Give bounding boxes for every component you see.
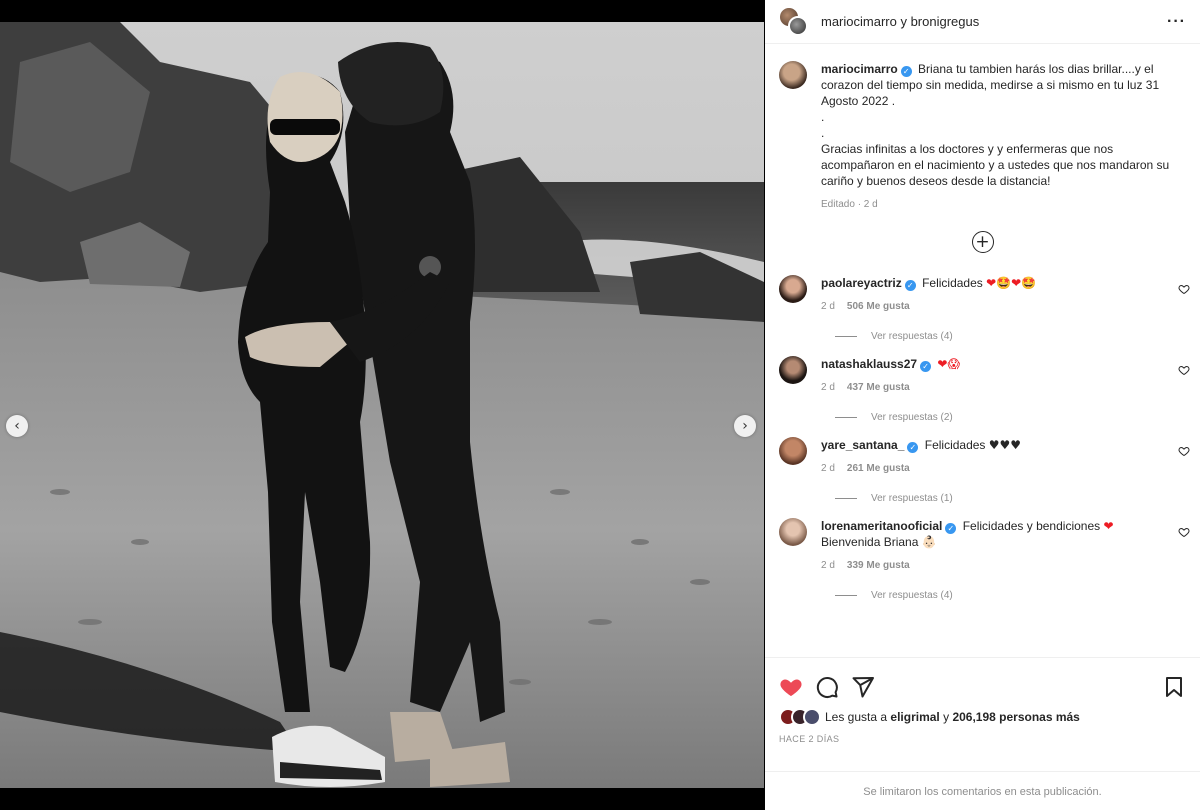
avatar[interactable] [779,518,807,546]
post-time[interactable]: HACE 2 DÍAS [765,734,1200,744]
comment-text: Felicidades y bendiciones [962,519,1101,533]
load-more-comments: + [765,231,1200,253]
comments-scroll-area[interactable]: mariocimarro ✓ Briana tu tambien harás lo… [765,45,1200,657]
comment-username[interactable]: yare_santana_ [821,438,904,452]
like-button[interactable] [779,675,803,699]
comment-emoji: ❤ [1103,519,1114,533]
caption-line: . [821,110,825,124]
avatar[interactable] [779,61,807,89]
likes-prefix: Les gusta a [825,710,888,724]
divider [835,336,857,337]
comment: paolareyactriz ✓ Felicidades ❤🤩❤🤩 2 d 506… [765,275,1200,342]
verified-badge-icon: ✓ [907,442,919,453]
post-details-panel: mariocimarro y bronigregus ··· mariocima… [765,0,1200,810]
comment-time: 2 d [821,301,835,312]
comment-button[interactable] [815,675,839,699]
comment: natashaklauss27 ✓ ❤😱 2 d 437 Me gusta Ver… [765,356,1200,423]
comment-emoji: ❤😱 [937,357,960,371]
avatar [788,15,808,36]
verified-badge-icon: ✓ [920,361,932,372]
view-replies-button[interactable]: Ver respuestas (2) [835,412,1186,423]
previous-photo-button[interactable]: ‹ [6,415,28,437]
post-authors[interactable]: mariocimarro y bronigregus [821,14,979,29]
save-button[interactable] [1162,675,1186,699]
comment-likes[interactable]: 506 Me gusta [847,299,910,315]
comment-likes[interactable]: 339 Me gusta [847,558,910,574]
chevron-left-icon: ‹ [14,418,20,434]
caption-extra-lines: . . Gracias infinitas a los doctores y y… [821,109,1181,189]
heart-outline-icon[interactable] [1178,526,1190,538]
avatar[interactable] [779,275,807,303]
share-button[interactable] [851,675,875,699]
avatar [803,708,821,726]
comment-username[interactable]: natashaklauss27 [821,357,917,371]
comment-time: 2 d [821,560,835,571]
post-header: mariocimarro y bronigregus ··· [765,0,1200,44]
more-horizontal-icon[interactable]: ··· [1167,13,1186,31]
view-replies-label: Ver respuestas (4) [871,590,953,601]
share-icon [852,677,874,698]
view-replies-label: Ver respuestas (2) [871,412,953,423]
avatar[interactable] [779,437,807,465]
likes-text: Les gusta a eligrimal y 206,198 personas… [825,710,1080,724]
comment-username[interactable]: paolareyactriz [821,276,902,290]
comment-time: 2 d [821,463,835,474]
comments-limited-notice: Se limitaron los comentarios en esta pub… [765,771,1200,810]
comment-text: Felicidades [922,276,983,290]
caption-username[interactable]: mariocimarro [821,62,898,76]
comment-time: 2 d [821,382,835,393]
action-icons-row [765,658,1200,704]
caption-line: . [821,126,825,140]
plus-circle-icon[interactable]: + [971,231,994,253]
comment-emoji: ♥♥♥ [988,438,1022,452]
divider [835,595,857,596]
comment-icon [816,677,838,698]
beach-photo [0,22,764,788]
likes-and: y [943,710,950,724]
heart-outline-icon[interactable] [1178,364,1190,376]
divider [835,417,857,418]
comment-emoji: ❤🤩❤🤩 [986,276,1037,290]
verified-badge-icon: ✓ [945,523,957,534]
chevron-right-icon: › [742,418,748,434]
bookmark-icon [1166,677,1182,697]
comment-text-line2: Bienvenida Briana 👶🏻 [821,535,937,549]
comment-likes[interactable]: 437 Me gusta [847,380,910,396]
post-photo[interactable]: ‹ › [0,22,764,788]
verified-badge-icon: ✓ [900,66,912,77]
liker-avatars [779,708,825,726]
view-replies-button[interactable]: Ver respuestas (1) [835,493,1186,504]
heart-outline-icon[interactable] [1178,283,1190,295]
heart-outline-icon[interactable] [1178,445,1190,457]
comment: yare_santana_ ✓ Felicidades ♥♥♥ 2 d 261 M… [765,437,1200,504]
view-replies-button[interactable]: Ver respuestas (4) [835,590,1186,601]
likes-summary: Les gusta a eligrimal y 206,198 personas… [765,708,1200,726]
post-viewer: ‹ › mariocimarro y bronigregus ··· mario… [0,0,1200,810]
collab-avatars[interactable] [779,6,809,37]
view-replies-button[interactable]: Ver respuestas (4) [835,331,1186,342]
likes-count[interactable]: 206,198 personas más [952,710,1079,724]
comment-username[interactable]: lorenameritanooficial [821,519,942,533]
caption-line: Gracias infinitas a los doctores y y enf… [821,142,1170,188]
comment: lorenameritanooficial ✓ Felicidades y ben… [765,518,1200,601]
divider [835,498,857,499]
post-caption: mariocimarro ✓ Briana tu tambien harás lo… [765,45,1200,213]
view-replies-label: Ver respuestas (1) [871,493,953,504]
post-actions: Les gusta a eligrimal y 206,198 personas… [765,657,1200,810]
comment-text: Felicidades [924,438,986,452]
heart-filled-icon [780,679,802,696]
next-photo-button[interactable]: › [734,415,756,437]
comment-likes[interactable]: 261 Me gusta [847,461,910,477]
verified-badge-icon: ✓ [904,280,916,291]
view-replies-label: Ver respuestas (4) [871,331,953,342]
avatar[interactable] [779,356,807,384]
caption-meta: Editado · 2 d [821,199,878,210]
liker-username[interactable]: eligrimal [890,710,939,724]
